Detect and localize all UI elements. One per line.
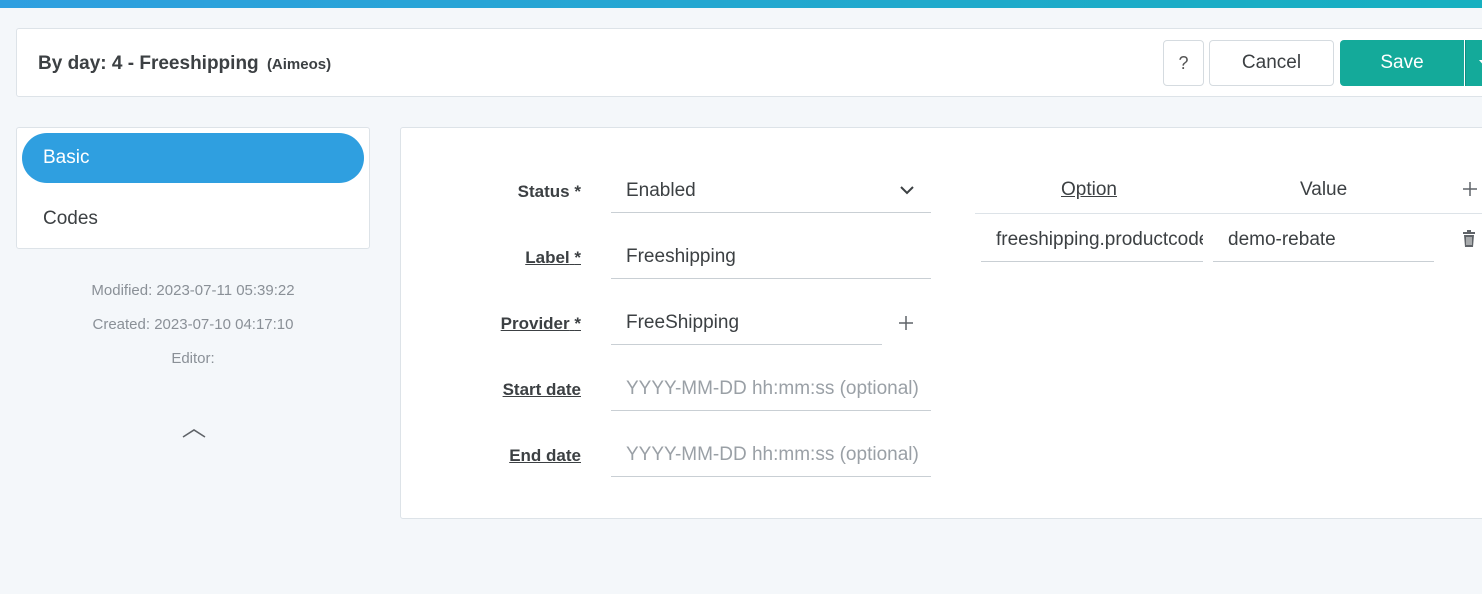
value-column-header: Value: [1300, 179, 1348, 200]
top-accent-bar: [0, 0, 1482, 8]
chevron-up-icon[interactable]: [181, 424, 207, 440]
status-label: Status *: [517, 182, 581, 201]
provider-input[interactable]: FreeShipping: [611, 301, 882, 345]
status-value: Enabled: [626, 180, 696, 201]
start-date-input[interactable]: YYYY-MM-DD hh:mm:ss (optional): [611, 367, 931, 411]
side-navigation: Basic Codes: [16, 127, 370, 249]
end-date-input[interactable]: YYYY-MM-DD hh:mm:ss (optional): [611, 433, 931, 477]
created-timestamp: Created: 2023-07-10 04:17:10: [92, 316, 294, 333]
end-date-label: End date: [509, 446, 581, 465]
item-title: By day: 4 - Freeshipping: [38, 53, 259, 74]
start-date-label: Start date: [502, 380, 581, 399]
cancel-button[interactable]: Cancel: [1209, 40, 1334, 86]
status-select[interactable]: Enabled: [611, 169, 931, 213]
nav-item-codes[interactable]: Codes: [22, 194, 364, 244]
editor-info: Editor:: [171, 350, 215, 367]
page-title: By day: 4 - Freeshipping (Aimeos): [38, 53, 331, 75]
site-name: (Aimeos): [266, 56, 332, 73]
label-input[interactable]: Freeshipping: [611, 235, 931, 279]
add-option-plus-icon[interactable]: [1463, 182, 1477, 196]
option-key-input[interactable]: freeshipping.productcode: [981, 218, 1203, 262]
save-button[interactable]: Save: [1340, 40, 1464, 86]
option-column-header[interactable]: Option: [1061, 179, 1117, 201]
label-label: Label *: [525, 248, 581, 267]
add-provider-plus-icon[interactable]: [899, 316, 913, 330]
option-header-divider: [975, 213, 1482, 214]
trash-icon[interactable]: [1462, 230, 1476, 248]
save-options-dropdown[interactable]: [1465, 40, 1482, 86]
provider-label: Provider *: [500, 314, 581, 333]
basic-form-panel: Status * Enabled Label * Freeshipping Pr…: [400, 127, 1482, 519]
page-header: By day: 4 - Freeshipping (Aimeos) ? Canc…: [16, 28, 1482, 97]
help-button[interactable]: ?: [1163, 40, 1204, 86]
nav-item-basic[interactable]: Basic: [22, 133, 364, 183]
chevron-down-icon: [900, 186, 914, 195]
modified-timestamp: Modified: 2023-07-11 05:39:22: [91, 282, 295, 299]
option-value-input[interactable]: demo-rebate: [1213, 218, 1434, 262]
